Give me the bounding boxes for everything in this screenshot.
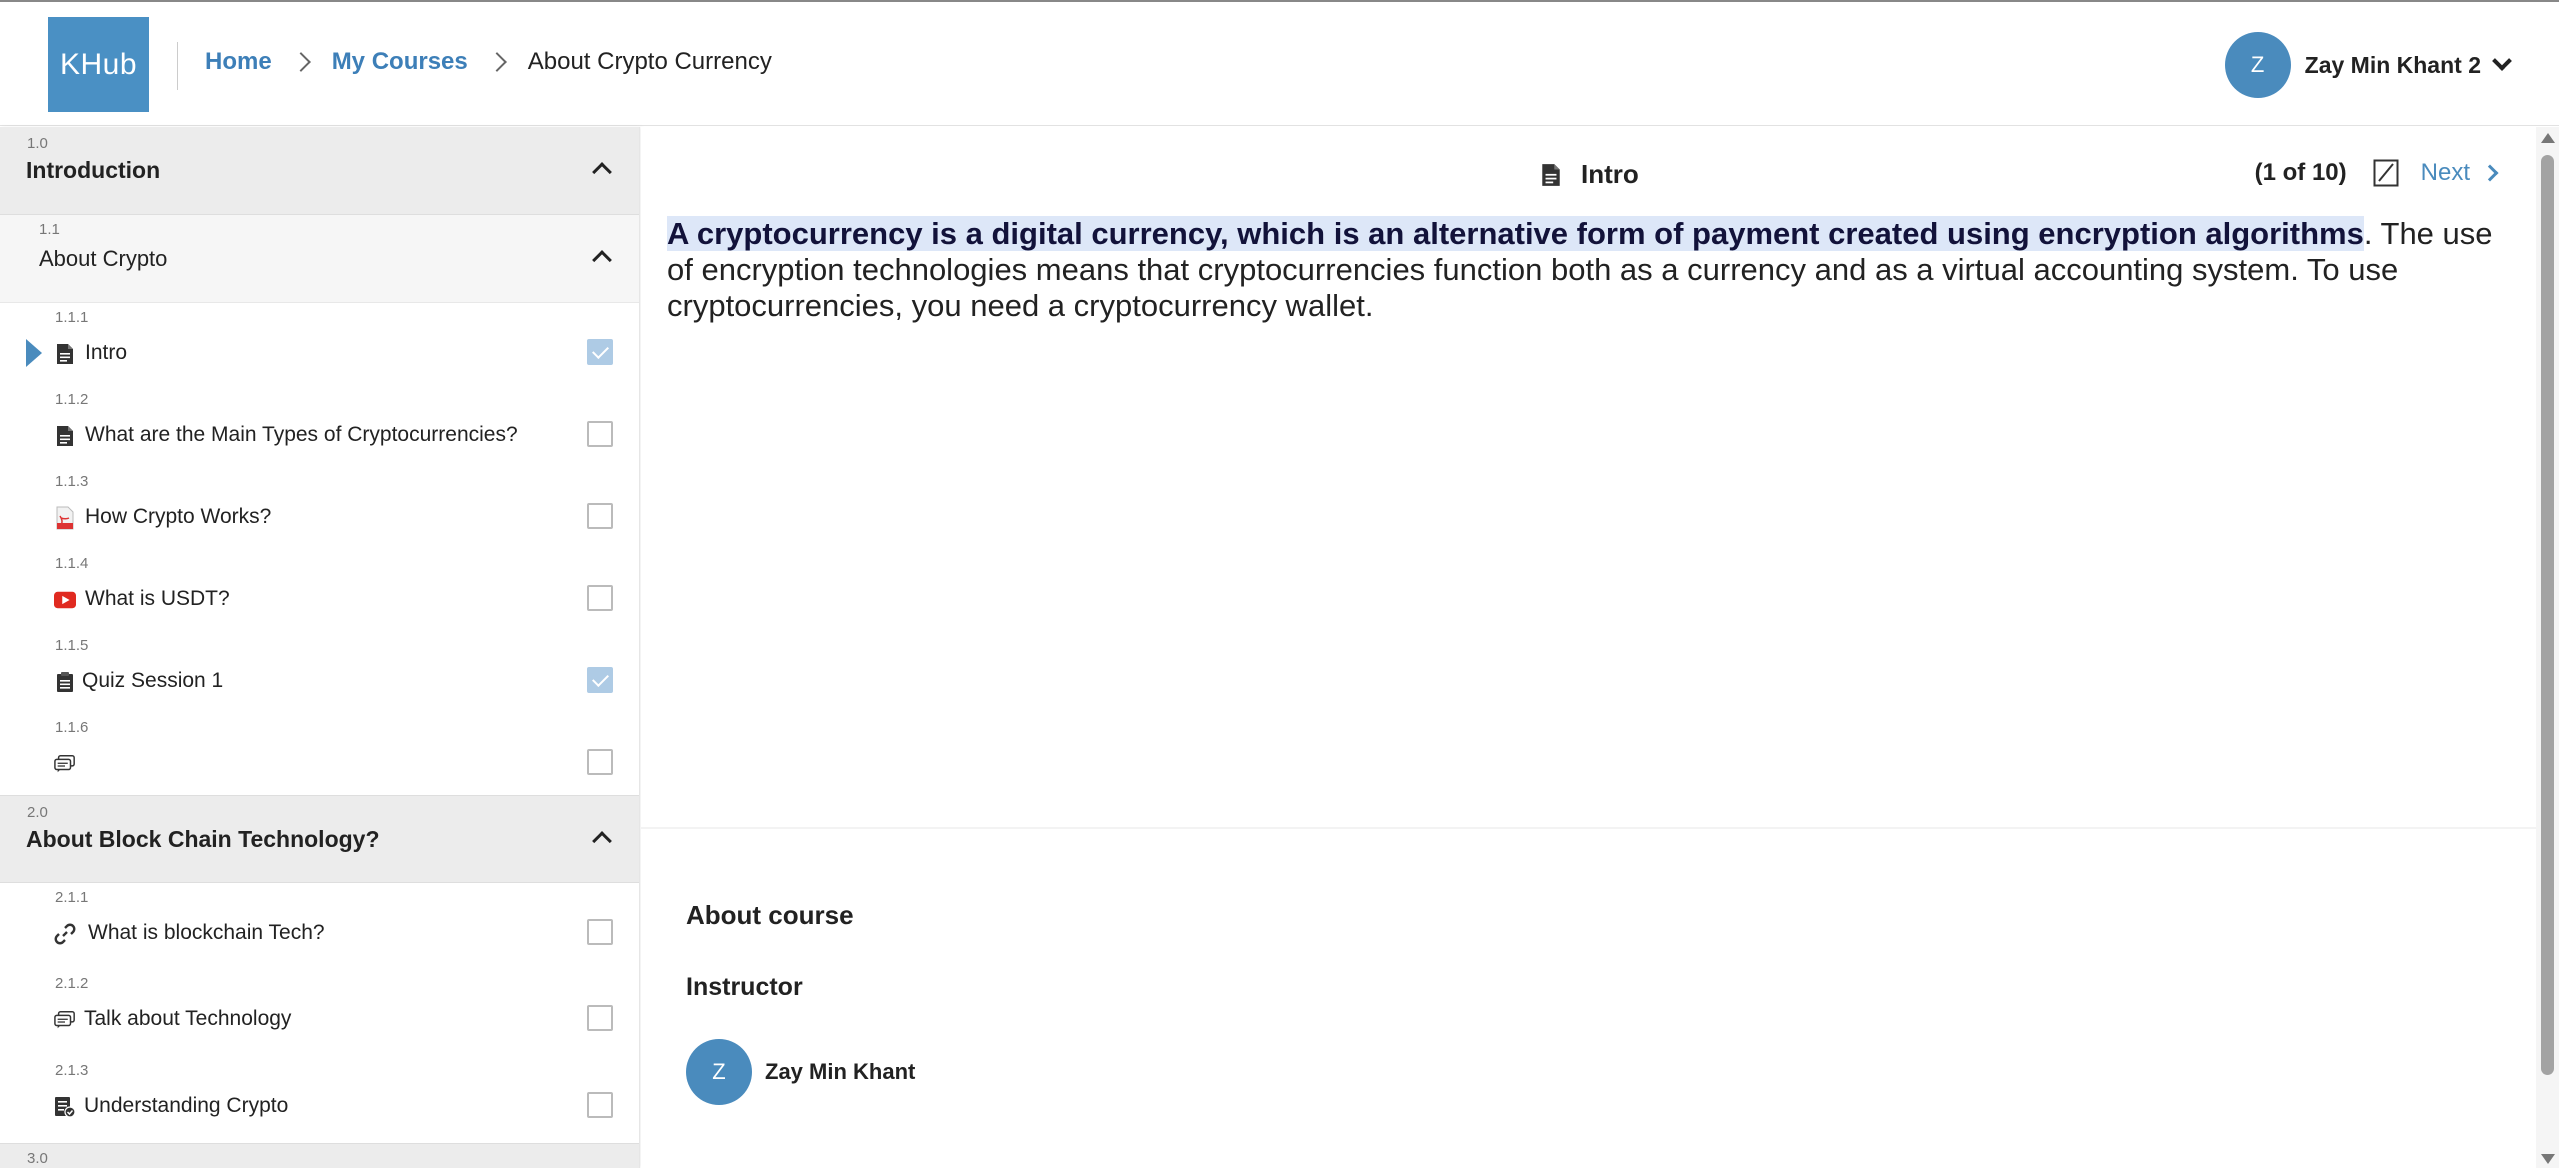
highlighted-text: A cryptocurrency is a digital currency, … [667, 216, 2364, 251]
breadcrumb-home-link[interactable]: Home [205, 48, 272, 76]
course-sidebar: 1.0 Introduction 1.1 About Crypto 1.1.1 … [0, 127, 640, 1168]
lesson-label: How Crypto Works? [85, 505, 272, 528]
collapse-chevron-icon[interactable] [592, 831, 612, 851]
youtube-icon [54, 589, 76, 611]
lesson-item-what-is-usdt[interactable]: 1.1.4 What is USDT? [0, 549, 639, 631]
subsection-number: 1.1 [39, 221, 60, 238]
lesson-complete-checkbox[interactable] [587, 1005, 613, 1031]
lesson-complete-checkbox[interactable] [587, 585, 613, 611]
lesson-complete-checkbox[interactable] [587, 1092, 613, 1118]
scroll-up-arrow-icon[interactable] [2541, 133, 2555, 143]
lesson-number: 2.1.3 [55, 1062, 89, 1079]
discussion-icon [54, 1009, 76, 1031]
document-icon [54, 343, 76, 365]
lesson-complete-checkbox[interactable] [587, 667, 613, 693]
subsection-title: About Crypto [39, 246, 168, 271]
top-header: KHub Home My Courses About Crypto Curren… [0, 0, 2559, 126]
instructor-avatar: Z [686, 1039, 752, 1105]
user-menu[interactable]: Z Zay Min Khant 2 [2224, 32, 2512, 98]
lesson-title: Intro [1541, 159, 1639, 190]
lesson-number: 1.1.5 [55, 637, 89, 654]
lesson-number: 1.1.4 [55, 555, 89, 572]
lesson-content: Intro (1 of 10) Next A cryptocurrency is… [641, 127, 2536, 1168]
collapse-chevron-icon[interactable] [592, 162, 612, 182]
edit-note-icon[interactable] [2373, 159, 2399, 187]
section-title: About Block Chain Technology? [26, 826, 380, 852]
lesson-complete-checkbox[interactable] [587, 749, 613, 775]
lesson-item-main-types[interactable]: 1.1.2 What are the Main Types of Cryptoc… [0, 385, 639, 467]
lesson-item-discussion[interactable]: 1.1.6 [0, 713, 639, 795]
next-label[interactable]: Next [2421, 159, 2470, 187]
section-3[interactable]: 3.0 [0, 1143, 639, 1168]
lesson-item-understanding-crypto[interactable]: 2.1.3 Understanding Crypto [0, 1056, 639, 1143]
chevron-right-icon[interactable] [2481, 164, 2499, 182]
lesson-complete-checkbox[interactable] [587, 421, 613, 447]
lesson-title-text: Intro [1581, 159, 1639, 189]
section-number: 2.0 [27, 804, 48, 821]
lesson-pager: (1 of 10) Next [2254, 159, 2499, 187]
section-introduction[interactable]: 1.0 Introduction [0, 127, 639, 215]
lesson-item-talk-about-technology[interactable]: 2.1.2 Talk about Technology [0, 969, 639, 1056]
lesson-item-how-crypto-works[interactable]: 1.1.3 How Crypto Works? [0, 467, 639, 549]
lesson-label: Quiz Session 1 [82, 669, 224, 692]
content-divider [641, 827, 2536, 829]
user-avatar[interactable]: Z [2224, 32, 2291, 98]
lesson-item-what-is-blockchain[interactable]: 2.1.1 What is blockchain Tech? [0, 883, 639, 969]
lesson-label: Talk about Technology [84, 1007, 292, 1030]
lesson-number: 1.1.3 [55, 473, 89, 490]
lesson-number: 1.1.2 [55, 391, 89, 408]
document-icon [1542, 163, 1560, 186]
user-name[interactable]: Zay Min Khant 2 [2305, 52, 2481, 79]
scrollbar-thumb[interactable] [2541, 155, 2554, 1075]
breadcrumb: Home My Courses About Crypto Currency [205, 48, 772, 76]
assignment-icon [54, 1096, 76, 1118]
section-number: 1.0 [27, 135, 48, 152]
section-number: 3.0 [27, 1150, 48, 1167]
lesson-number: 1.1.1 [55, 309, 89, 326]
lesson-label: What are the Main Types of Cryptocurrenc… [85, 423, 518, 446]
lesson-number: 2.1.1 [55, 889, 89, 906]
lesson-item-quiz-session-1[interactable]: 1.1.5 Quiz Session 1 [0, 631, 639, 713]
lesson-label: Understanding Crypto [84, 1094, 289, 1117]
active-lesson-marker-icon [26, 339, 42, 367]
lesson-count: (1 of 10) [2254, 159, 2347, 186]
lesson-item-intro[interactable]: 1.1.1 Intro [0, 303, 639, 385]
subsection-about-crypto[interactable]: 1.1 About Crypto [0, 215, 639, 303]
instructor-heading: Instructor [686, 973, 803, 1001]
page-scrollbar[interactable] [2536, 127, 2559, 1168]
collapse-chevron-icon[interactable] [592, 250, 612, 270]
header-divider [177, 42, 178, 90]
section-title: Introduction [26, 157, 161, 183]
breadcrumb-current: About Crypto Currency [527, 48, 772, 75]
lesson-number: 1.1.6 [55, 719, 89, 736]
next-button[interactable]: Next [2421, 159, 2499, 187]
lesson-body: A cryptocurrency is a digital currency, … [667, 216, 2507, 324]
lesson-label: What is USDT? [85, 587, 230, 610]
khub-logo[interactable]: KHub [48, 17, 149, 112]
link-icon [54, 923, 76, 945]
chevron-right-icon [486, 52, 507, 72]
lesson-complete-checkbox[interactable] [587, 339, 613, 365]
scroll-down-arrow-icon[interactable] [2541, 1154, 2555, 1164]
lesson-label: Intro [85, 341, 128, 364]
about-course-heading: About course [686, 900, 854, 930]
lesson-complete-checkbox[interactable] [587, 919, 613, 945]
instructor-row: Z Zay Min Khant [686, 1039, 915, 1105]
pdf-icon [54, 506, 76, 530]
lesson-label: What is blockchain Tech? [88, 921, 325, 944]
discussion-icon [54, 753, 76, 775]
chevron-down-icon[interactable] [2492, 51, 2512, 71]
clipboard-icon [54, 671, 76, 693]
document-icon [54, 425, 76, 447]
section-block-chain[interactable]: 2.0 About Block Chain Technology? [0, 795, 639, 883]
lesson-number: 2.1.2 [55, 975, 89, 992]
breadcrumb-my-courses-link[interactable]: My Courses [332, 48, 468, 76]
instructor-name: Zay Min Khant [765, 1059, 916, 1084]
chevron-right-icon [290, 52, 311, 72]
lesson-complete-checkbox[interactable] [587, 503, 613, 529]
